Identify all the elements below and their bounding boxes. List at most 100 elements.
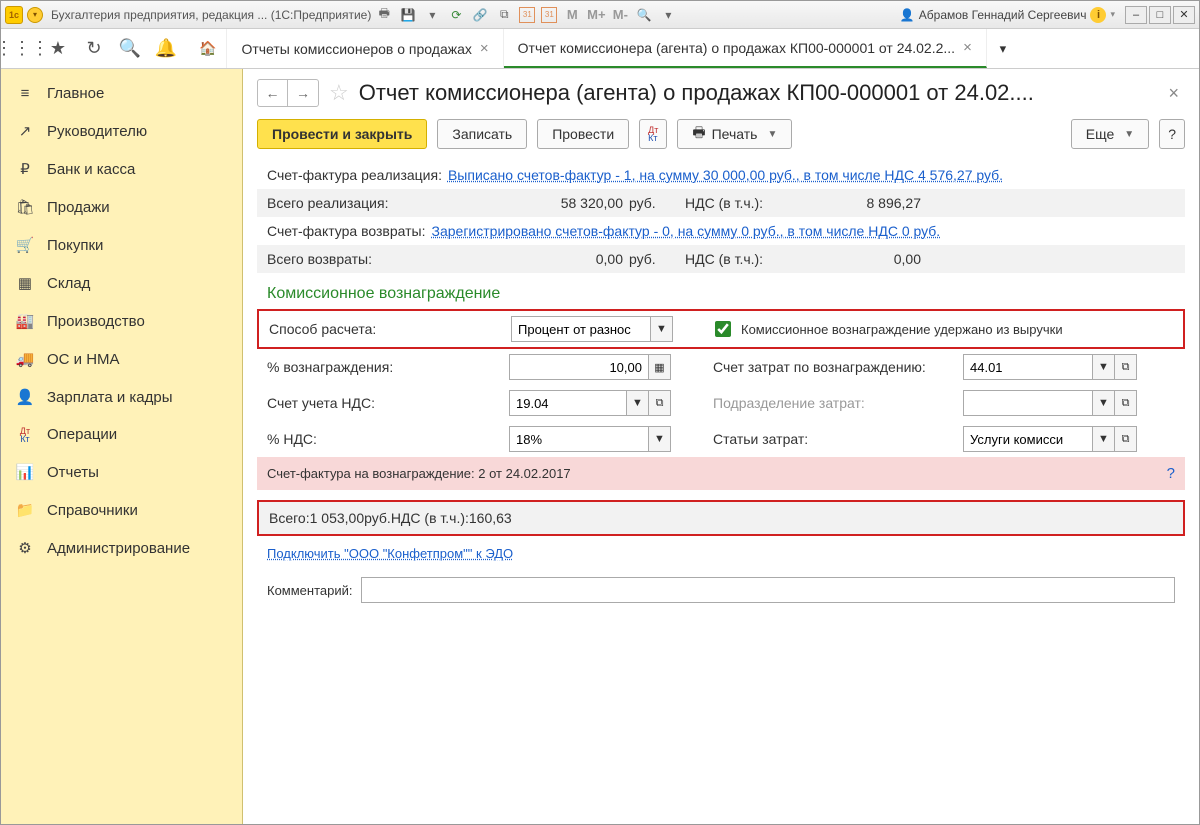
sidebar-item-manager[interactable]: ↗Руководителю [1,112,242,150]
pct-row: % вознаграждения: ▦ Счет затрат по возна… [257,349,1185,385]
commission-total-row: Всего: 1 053,00 руб. НДС (в т.ч.): 160,6… [257,500,1185,536]
write-button[interactable]: Записать [437,119,527,149]
sidebar-item-purchases[interactable]: 🛒Покупки [1,226,242,264]
commission-invoice-link[interactable]: 2 от 24.02.2017 [478,466,570,481]
tab-report-document[interactable]: Отчет комиссионера (агента) о продажах К… [504,29,987,68]
edo-link[interactable]: Подключить "ООО "Конфетпром"" к ЭДО [257,536,523,571]
grid-icon[interactable]: ▾ [659,6,677,24]
open-button[interactable]: ⧉ [649,390,671,416]
sidebar-item-bank[interactable]: ₽Банк и касса [1,150,242,188]
dropdown-button[interactable]: ▼ [649,426,671,452]
comment-input[interactable] [361,577,1176,603]
tab-overflow-icon[interactable]: ▾ [987,29,1019,68]
factory-icon: 🏭 [15,312,35,330]
total-return-vat: 0,00 [801,251,921,267]
calendar2-icon[interactable]: 31 [541,7,557,23]
sidebar-item-main[interactable]: ≡Главное [1,75,242,112]
invoice-return-link[interactable]: Зарегистрировано счетов-фактур - 0, на с… [432,223,941,239]
sidebar-item-sales[interactable]: 🛍Продажи [1,188,242,226]
truck-icon: 🚚 [15,350,35,368]
dropdown-button[interactable]: ▼ [651,316,673,342]
sidebar-item-reports[interactable]: 📊Отчеты [1,453,242,491]
tool-icon[interactable]: ▾ [423,6,441,24]
minimize-button[interactable]: – [1125,6,1147,24]
dept-input[interactable] [963,390,1093,416]
invoice-return-label: Счет-фактура возвраты: [267,223,426,239]
dtkt-icon: ДтКт [15,427,35,443]
print-button[interactable]: 🖶Печать▼ [677,119,792,149]
apps-icon[interactable]: ⋮⋮⋮ [9,36,35,62]
folder-icon: 📁 [15,501,35,519]
sidebar-item-hr[interactable]: 👤Зарплата и кадры [1,378,242,416]
refresh-icon[interactable]: ⟳ [447,6,465,24]
close-window-button[interactable]: ✕ [1173,6,1195,24]
close-page-button[interactable]: × [1162,83,1185,104]
cost-acc-input[interactable] [963,354,1093,380]
sidebar-item-admin[interactable]: ⚙Администрирование [1,529,242,567]
total-value: 1 053,00 [310,510,365,526]
calendar1-icon[interactable]: 31 [519,7,535,23]
commission-invoice-row: Счет-фактура на вознаграждение: 2 от 24.… [257,457,1185,490]
sidebar-item-label: Склад [47,275,90,292]
app-menu-icon[interactable]: ▾ [27,7,43,23]
print-icon[interactable]: 🖶 [375,6,393,24]
comment-label: Комментарий: [267,583,353,598]
favorite-icon[interactable]: ☆ [329,80,349,106]
vat-acc-input[interactable] [509,390,627,416]
calc-method-input[interactable] [511,316,651,342]
total-return-row: Всего возвраты: 0,00 руб. НДС (в т.ч.): … [257,245,1185,273]
history-icon[interactable]: ↻ [81,36,107,62]
sidebar: ≡Главное ↗Руководителю ₽Банк и касса 🛍Пр… [1,69,243,824]
withheld-checkbox[interactable] [715,321,731,337]
dtkt-button[interactable]: ДтКт [639,119,667,149]
more-button[interactable]: Еще▼ [1071,119,1149,149]
rub-label: руб. [364,510,391,526]
sidebar-item-operations[interactable]: ДтКтОперации [1,416,242,453]
ruble-icon: ₽ [15,160,35,178]
star-icon[interactable]: ★ [45,36,71,62]
open-button[interactable]: ⧉ [1115,426,1137,452]
m-icon[interactable]: M [563,6,581,24]
help-button[interactable]: ? [1159,119,1185,149]
tab-home[interactable]: 🏠 [189,29,227,68]
dropdown-button[interactable]: ▼ [627,390,649,416]
compare-icon[interactable]: ⧉ [495,6,513,24]
post-and-close-button[interactable]: Провести и закрыть [257,119,427,149]
cost-item-input[interactable] [963,426,1093,452]
info-icon[interactable]: i [1090,7,1106,23]
total-sale-vat: 8 896,27 [801,195,921,211]
post-button[interactable]: Провести [537,119,629,149]
dropdown-button[interactable]: ▼ [1093,390,1115,416]
m-minus-icon[interactable]: M- [611,6,629,24]
vat-label: НДС (в т.ч.): [685,195,795,211]
sidebar-item-catalogs[interactable]: 📁Справочники [1,491,242,529]
invoice-sale-link[interactable]: Выписано счетов-фактур - 1, на сумму 30 … [448,167,1003,183]
pct-input[interactable] [509,354,649,380]
help-icon[interactable]: ? [1167,465,1175,482]
dropdown-button[interactable]: ▼ [1093,426,1115,452]
link-icon[interactable]: 🔗 [471,6,489,24]
nav-forward-button[interactable]: → [288,80,318,106]
m-plus-icon[interactable]: M+ [587,6,605,24]
zoom-icon[interactable]: 🔍 [635,6,653,24]
open-button[interactable]: ⧉ [1115,354,1137,380]
search-icon[interactable]: 🔍 [117,36,143,62]
bag-icon: 🛍 [15,198,35,216]
cart-icon: 🛒 [15,236,35,254]
close-tab-icon[interactable]: × [480,40,489,57]
sidebar-item-warehouse[interactable]: ▦Склад [1,264,242,302]
sidebar-item-assets[interactable]: 🚚ОС и НМА [1,340,242,378]
dropdown-button[interactable]: ▼ [1093,354,1115,380]
current-user[interactable]: 👤 Абрамов Геннадий Сергеевич [900,8,1087,22]
maximize-button[interactable]: □ [1149,6,1171,24]
info-chevron-icon[interactable]: ▾ [1110,9,1115,20]
nav-back-button[interactable]: ← [258,80,288,106]
tab-reports-list[interactable]: Отчеты комиссионеров о продажах × [227,29,503,68]
sidebar-item-production[interactable]: 🏭Производство [1,302,242,340]
vat-pct-input[interactable] [509,426,649,452]
close-tab-icon[interactable]: × [963,39,972,56]
bell-icon[interactable]: 🔔 [153,36,179,62]
open-button[interactable]: ⧉ [1115,390,1137,416]
calc-button[interactable]: ▦ [649,354,671,380]
save-icon[interactable]: 💾 [399,6,417,24]
